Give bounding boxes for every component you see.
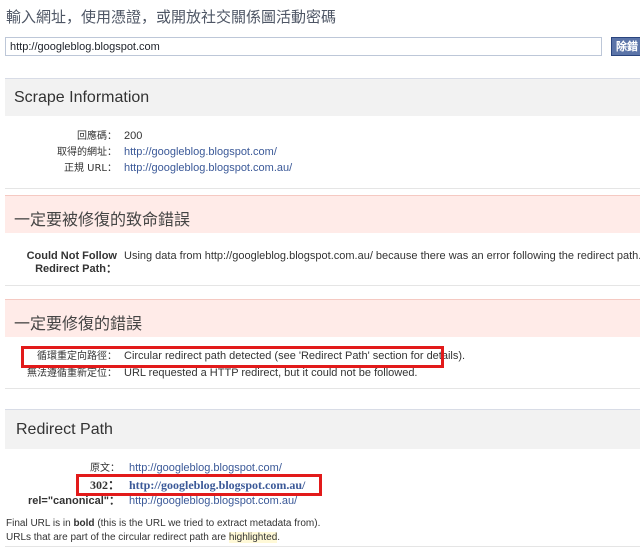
critical-errors-title: 一定要被修復的致命錯誤 — [14, 210, 191, 229]
info-row-fetched-url: 取得的網址： http://googleblog.blogspot.com/ — [0, 145, 640, 160]
cannot-follow-message: URL requested a HTTP redirect, but it co… — [124, 367, 418, 379]
debug-button[interactable]: 除錯 — [611, 37, 640, 56]
fetched-url-label: 取得的網址： — [57, 147, 117, 158]
redirect-row-canonical: rel="canonical"： http://googleblog.blogs… — [0, 494, 640, 509]
could-not-follow-label-line2: Redirect Path： — [35, 263, 117, 275]
canonical-redirect-link[interactable]: http://googleblog.blogspot.com.au/ — [129, 494, 297, 509]
footnote-final-url-post: (this is the URL we tried to extract met… — [94, 518, 321, 529]
redirect-path-header: Redirect Path — [5, 409, 640, 449]
divider — [5, 546, 640, 547]
page-title: 輸入網址，使用憑證，或開放社交關係圖活動密碼 — [6, 8, 337, 26]
circular-redirect-highlight-box — [21, 346, 444, 368]
critical-errors-header: 一定要被修復的致命錯誤 — [5, 195, 640, 233]
footnote-highlighted-word: highlighted — [228, 532, 278, 543]
canonical-label: rel="canonical"： — [27, 495, 120, 507]
url-input[interactable] — [5, 37, 602, 56]
footnote-final-url-pre: Final URL is in — [6, 518, 74, 529]
footnote-circular-pre: URLs that are part of the circular redir… — [6, 532, 229, 543]
footnote-circular: URLs that are part of the circular redir… — [6, 531, 280, 545]
footnote-bold-word: bold — [73, 518, 95, 529]
footnote-circular-post: . — [277, 532, 281, 543]
scrape-section-title: Scrape Information — [14, 89, 150, 106]
response-code-value: 200 — [124, 130, 143, 142]
cannot-follow-label: 無法遵循重新定位： — [27, 368, 117, 379]
divider — [5, 285, 640, 286]
errors-header: 一定要修復的錯誤 — [5, 299, 640, 337]
scrape-section-header: Scrape Information — [5, 78, 640, 116]
response-code-label: 回應碼： — [77, 131, 117, 142]
divider — [5, 388, 640, 389]
fetched-url-link[interactable]: http://googleblog.blogspot.com/ — [124, 145, 277, 160]
critical-error-row: Using data from http://googleblog.blogsp… — [0, 249, 640, 264]
canonical-url-link[interactable]: http://googleblog.blogspot.com.au/ — [124, 161, 292, 176]
canonical-url-label: 正規 URL： — [63, 163, 117, 174]
info-row-canonical-url: 正規 URL： http://googleblog.blogspot.com.a… — [0, 161, 640, 176]
divider — [5, 188, 640, 189]
critical-error-message: Using data from http://googleblog.blogsp… — [124, 250, 640, 262]
redirect-path-title: Redirect Path — [16, 421, 113, 438]
final-url-highlight-box — [76, 474, 322, 496]
info-row-response-code: 回應碼： 200 — [0, 129, 640, 144]
errors-title: 一定要修復的錯誤 — [14, 314, 143, 333]
error-row-cannot-follow: 無法遵循重新定位： URL requested a HTTP redirect,… — [0, 366, 640, 381]
footnote-final-url: Final URL is in bold (this is the URL we… — [6, 517, 320, 531]
